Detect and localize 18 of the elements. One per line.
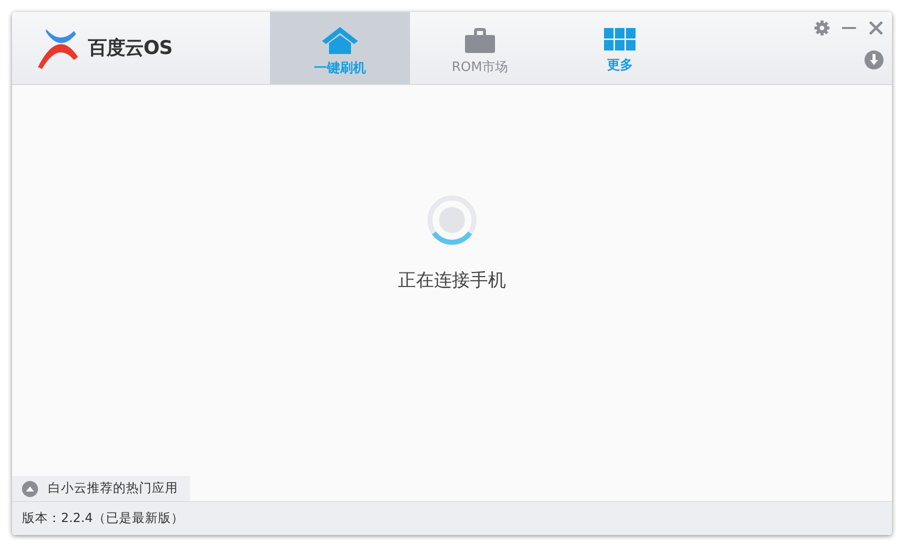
nav-tab[interactable]: ROM市场 <box>410 12 550 84</box>
settings-button[interactable] <box>812 18 832 38</box>
recommend-toggle[interactable]: 白小云推荐的热门应用 <box>12 476 190 501</box>
version-text: 版本：2.2.4（已是最新版） <box>22 510 184 527</box>
expand-icon <box>22 480 38 496</box>
gear-icon <box>814 20 830 36</box>
download-icon <box>864 50 884 70</box>
download-button[interactable] <box>862 48 886 72</box>
logo-text: 百度云OS <box>88 36 172 61</box>
nav-tab[interactable]: 一键刷机 <box>270 12 410 84</box>
home-icon <box>320 25 360 55</box>
status-message: 正在连接手机 <box>398 269 506 292</box>
loading-spinner <box>426 194 478 246</box>
grid-icon <box>604 28 636 52</box>
nav-tab[interactable]: 更多 <box>550 12 690 84</box>
briefcase-icon <box>464 26 496 54</box>
minimize-icon <box>842 27 856 30</box>
close-icon <box>868 20 884 36</box>
